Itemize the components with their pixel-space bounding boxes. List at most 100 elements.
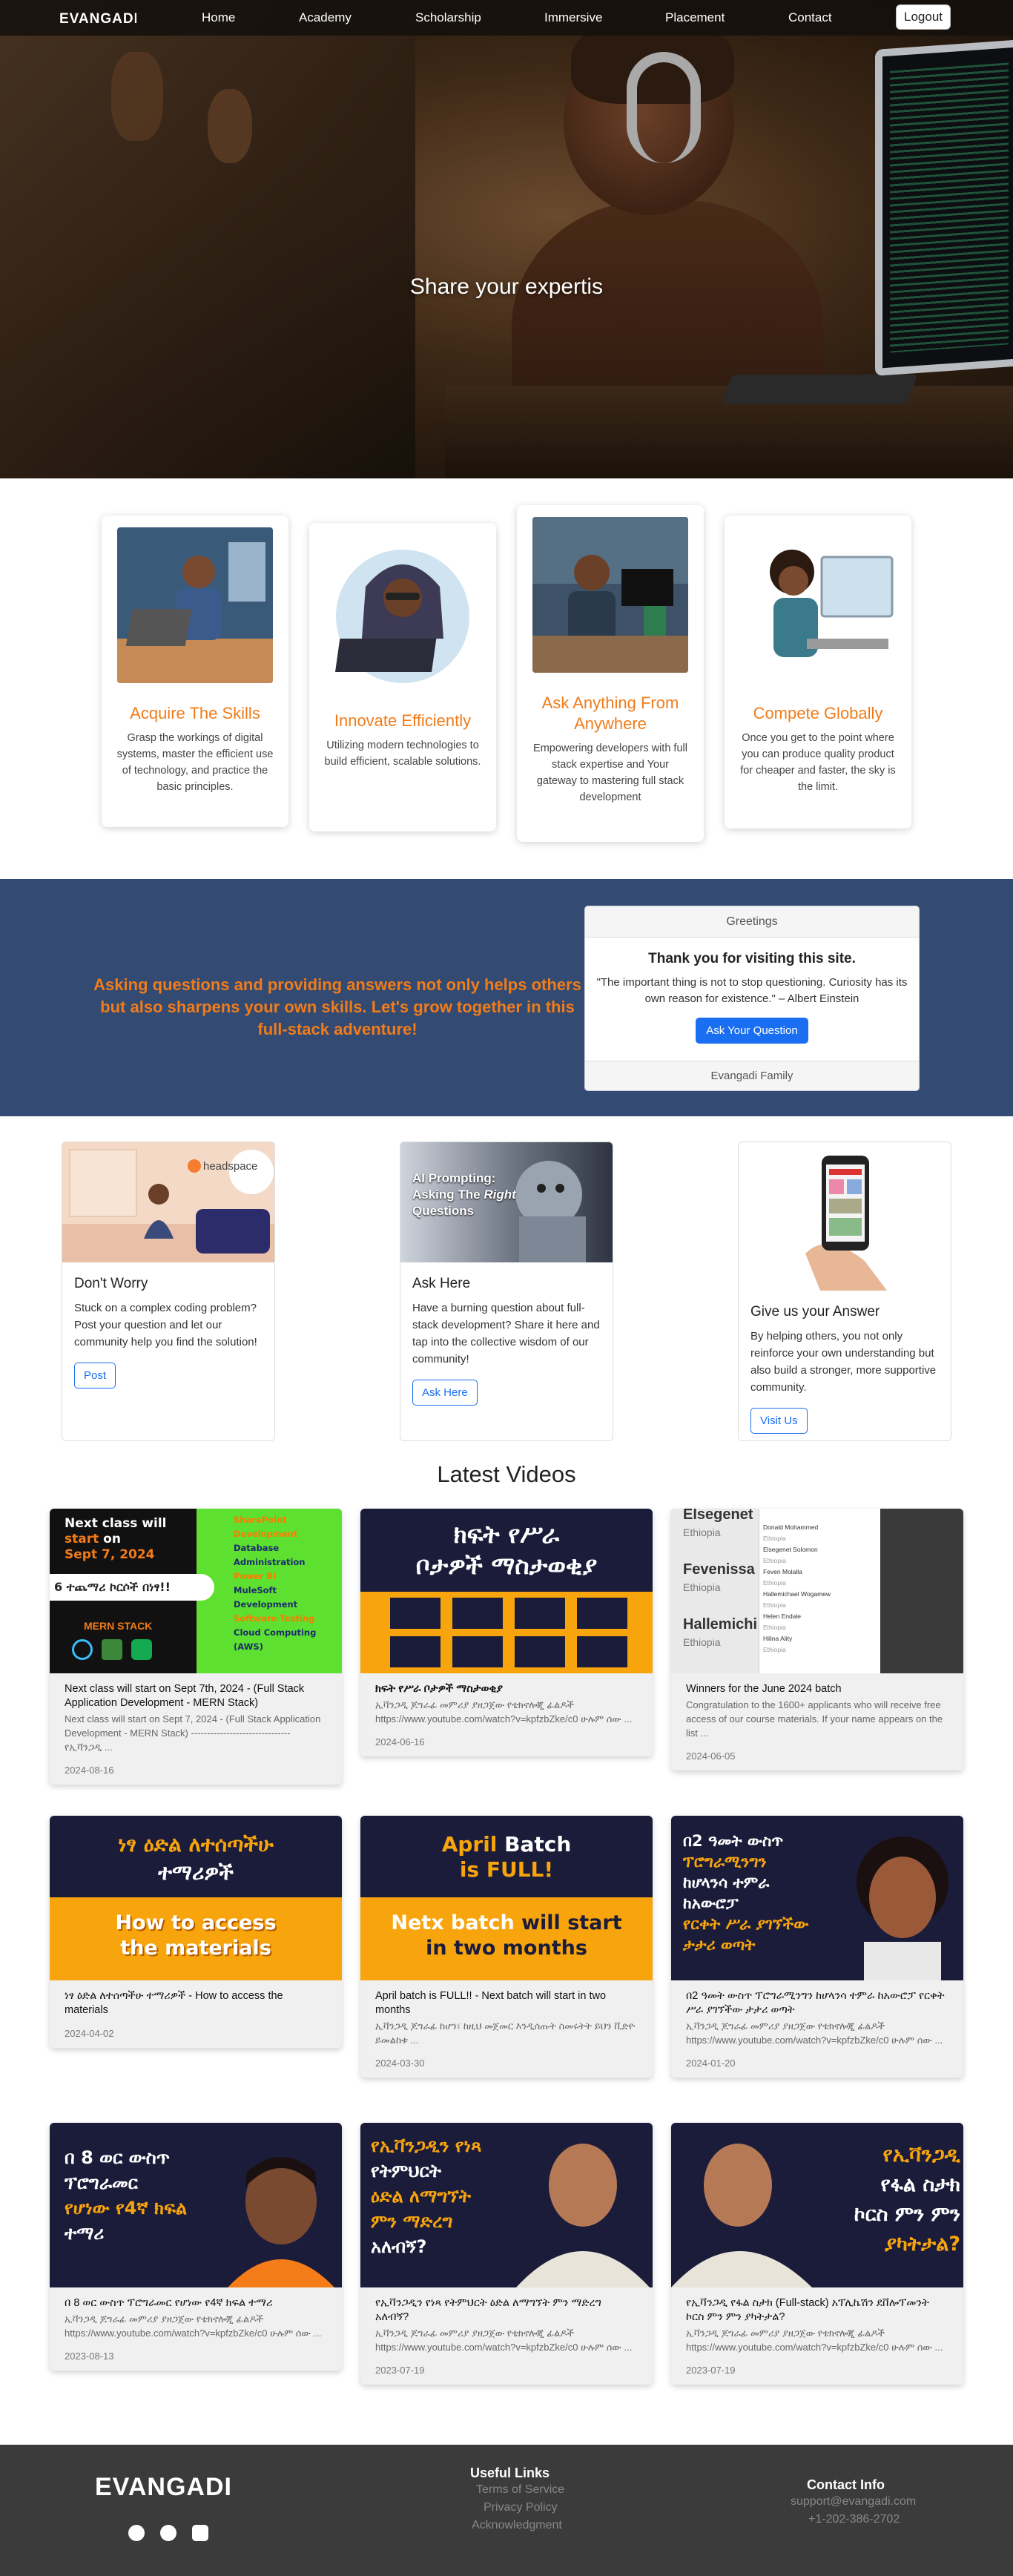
thumbnail-text: on (99, 1532, 121, 1546)
nav-link-immersive[interactable]: Immersive (544, 10, 602, 25)
thumbnail-text: በ2 ዓመት ውስጥ (683, 1832, 784, 1850)
svg-text:EVANGADI: EVANGADI (59, 11, 136, 26)
thumbnail-text: ከአውሮፓ (683, 1894, 739, 1912)
feature-text: Once you get to the point where you can … (740, 732, 896, 793)
meditation-illustration: headspace (62, 1142, 274, 1262)
video-card[interactable]: Next class will start on Sept 7, 2024 6 … (50, 1509, 342, 1785)
winner-list-item: Feven Molalla (763, 1568, 802, 1575)
ai-prompting-illustration: AI Prompting: Asking The Right Questions (400, 1142, 613, 1262)
video-title[interactable]: April batch is FULL!! - Next batch will … (375, 1989, 638, 2017)
useful-links-heading: Useful Links (470, 2465, 550, 2480)
winner-list-item: Helen Endale (763, 1613, 802, 1620)
footer-link-privacy[interactable]: Privacy Policy (484, 2501, 558, 2514)
post-button[interactable]: Post (74, 1363, 116, 1389)
video-thumbnail[interactable]: የኢቫንጋዲን የነጻ የትምህርት ዕድል ለማግኘት ምን ማድረግ አለብ… (360, 2123, 653, 2287)
feature-card: Compete Globally Once you get to the poi… (725, 515, 911, 829)
nav-link-home[interactable]: Home (202, 10, 235, 25)
video-thumbnail[interactable]: በ 8 ወር ውስጥ ፕሮግራመር የሆነው የ4ኛ ክፍል ተማሪ (50, 2123, 342, 2287)
video-thumbnail[interactable]: Elsegenet Ethiopia Fevenissa Ethiopia Ha… (671, 1509, 963, 1673)
thumbnail-text: is FULL! (459, 1857, 554, 1882)
evangadi-logo[interactable]: EVANGADI (59, 10, 136, 26)
footer-link-terms[interactable]: Terms of Service (476, 2483, 564, 2497)
video-card[interactable]: Elsegenet Ethiopia Fevenissa Ethiopia Ha… (671, 1509, 963, 1770)
video-description: ኢቫንጋዲ ጆግራፊ ከሆን፣ ከዚህ መጀመር እንዲሰጡት ስመሩትት ይህ… (375, 2020, 636, 2046)
info-card: Give us your Answer By helping others, y… (738, 1142, 951, 1441)
thumbnail-text: in two months (426, 1937, 587, 1960)
woman-coder-illustration (740, 527, 896, 683)
video-thumbnail[interactable]: ክፍት የሥራ ቦታዎች ማስታወቂያ (360, 1509, 653, 1673)
footer-link-acknowledgment[interactable]: Acknowledgment (472, 2519, 562, 2532)
video-card[interactable]: የኢቫንጋዲን የነጻ የትምህርት ዕድል ለማግኘት ምን ማድረግ አለብ… (360, 2123, 653, 2385)
video-thumbnail[interactable]: April Batch is FULL! Netx batch will sta… (360, 1816, 653, 1980)
video-card[interactable]: በ 8 ወር ውስጥ ፕሮግራመር የሆነው የ4ኛ ክፍል ተማሪ በ 8 ወ… (50, 2123, 342, 2371)
video-date: 2024-06-16 (375, 1736, 425, 1747)
info-cards-section: headspace Don't Worry Stuck on a complex… (0, 1116, 1013, 1446)
video-title[interactable]: የኢቫንጋዲን የነጻ የትምህርት ዕድል ለማግኘት ምን ማድረግ አለብ… (375, 2296, 638, 2325)
hero-background-wall (0, 0, 415, 478)
contact-email[interactable]: support@evangadi.com (791, 2495, 916, 2509)
video-card[interactable]: April Batch is FULL! Netx batch will sta… (360, 1816, 653, 2078)
video-thumbnail[interactable]: በ2 ዓመት ውስጥ ፕሮግራሚንግን ከሆላንሳ ተምራ ከአውሮፓ የርቀት… (671, 1816, 963, 1980)
facebook-icon[interactable] (128, 2525, 145, 2541)
card-quote: "The important thing is not to stop ques… (596, 976, 908, 1005)
winner-country: Ethiopia (683, 1581, 721, 1593)
feature-title: Innovate Efficiently (334, 711, 472, 730)
winner-list-item: Hallemichael Wogamew (763, 1590, 831, 1598)
feature-title: Compete Globally (753, 704, 883, 722)
thumbnail-text: ነፃ ዕድል ለተሰጣችሁ (118, 1832, 274, 1857)
video-card[interactable]: በ2 ዓመት ውስጥ ፕሮግራሚንግን ከሆላንሳ ተምራ ከአውሮፓ የርቀት… (671, 1816, 963, 2078)
nodejs-icon (102, 1639, 122, 1660)
video-description: ኢቫንጋዲ ጆግራፊ መምሪያ ያዘጋጀው የቴክኖሎጂ ፊልዶች https:… (375, 1699, 633, 1725)
course-item: Software Testing (234, 1613, 315, 1624)
thumbnail-text: ዕድል ለማግኘት (371, 2186, 471, 2207)
video-card[interactable]: ክፍት የሥራ ቦታዎች ማስታወቂያ ክፍት የሥራ ቦታዎች ማስታወቂያ … (360, 1509, 653, 1756)
nav-link-contact[interactable]: Contact (788, 10, 832, 25)
nav-link-scholarship[interactable]: Scholarship (415, 10, 481, 25)
thumbnail-text: የሆነው የ4ኛ ክፍል (65, 2198, 188, 2218)
thumbnail-text: ታታሪ ወጣት (683, 1936, 756, 1954)
video-thumbnail[interactable]: የኢቫንጋዲ የፋል ስታክ ኮርስ ምን ምን ያካትታል? (671, 2123, 963, 2287)
course-item: SharePoint Development (234, 1515, 298, 1539)
nav-link-academy[interactable]: Academy (299, 10, 352, 25)
thumbnail-badge: 6 ተጨማሪ ኮርሶች በነፃ!! (50, 1574, 214, 1601)
video-date: 2024-06-05 (686, 1750, 736, 1762)
course-item: Database Administration (234, 1543, 306, 1567)
video-card[interactable]: ነፃ ዕድል ለተሰጣችሁ ተማሪዎች How to access the ma… (50, 1816, 342, 2048)
card-header: Greetings (585, 906, 919, 938)
evangadi-logo[interactable]: EVANGADI (95, 2473, 246, 2500)
features-section: Acquire The Skills Grasp the workings of… (0, 478, 1013, 879)
logout-button[interactable]: Logout (896, 4, 951, 30)
video-title[interactable]: Winners for the June 2024 batch (686, 1682, 948, 1696)
info-card-title: Ask Here (412, 1276, 471, 1291)
thumbnail-text: ኮርስ ምን ምን (854, 2203, 960, 2226)
feature-card: Acquire The Skills Grasp the workings of… (102, 515, 288, 827)
headspace-logo-text: headspace (203, 1160, 258, 1173)
thumbnail-text: ምን ማድረግ (371, 2211, 453, 2232)
top-navbar: EVANGADI Home Academy Scholarship Immers… (0, 0, 1013, 36)
feature-card: Innovate Efficiently Utilizing modern te… (309, 523, 496, 831)
phone-in-hand-illustration (739, 1142, 951, 1291)
video-description: Next class will start on Sept 7, 2024 - … (65, 1713, 321, 1753)
thumbnail-text: የትምህርት (371, 2161, 441, 2181)
thumbnail-text: አለብኝ? (371, 2236, 427, 2257)
nav-link-placement[interactable]: Placement (665, 10, 725, 25)
video-title[interactable]: ነፃ ዕድል ለተሰጣችሁ ተማሪዎች - How to access the … (65, 1989, 327, 2017)
hero-wall-mask (208, 89, 252, 163)
visit-us-button[interactable]: Visit Us (750, 1408, 808, 1434)
video-thumbnail[interactable]: ነፃ ዕድል ለተሰጣችሁ ተማሪዎች How to access the ma… (50, 1816, 342, 1980)
video-title[interactable]: ክፍት የሥራ ቦታዎች ማስታወቂያ (375, 1682, 638, 1696)
video-card[interactable]: የኢቫንጋዲ የፋል ስታክ ኮርስ ምን ምን ያካትታል? የኢቫንጋዲ የ… (671, 2123, 963, 2385)
video-thumbnail[interactable]: Next class will start on Sept 7, 2024 6 … (50, 1509, 342, 1673)
ask-here-button[interactable]: Ask Here (412, 1380, 478, 1406)
youtube-icon[interactable] (192, 2525, 208, 2541)
video-title[interactable]: በ 8 ወር ውስጥ ፕሮግራመር የሆነው የ4ኛ ክፍል ተማሪ (65, 2296, 327, 2310)
thumbnail-text: How to access (115, 1911, 277, 1934)
contact-phone[interactable]: +1-202-386-2702 (808, 2513, 900, 2526)
video-title[interactable]: የኢቫንጋዲ የፋል ስታክ (Full-stack) አፕሊኬሽን ደቨሎፕመ… (686, 2296, 948, 2325)
video-title[interactable]: በ2 ዓመት ውስጥ ፕሮግራሚንግን ከሆላንሳ ተምራ ከአውሮፓ የርቀት… (686, 1989, 948, 2017)
video-date: 2024-03-30 (375, 2058, 425, 2069)
video-title[interactable]: Next class will start on Sept 7th, 2024 … (65, 1682, 327, 1710)
ask-question-button[interactable]: Ask Your Question (696, 1018, 808, 1044)
mongodb-icon (131, 1639, 152, 1660)
instagram-icon[interactable] (160, 2525, 176, 2541)
